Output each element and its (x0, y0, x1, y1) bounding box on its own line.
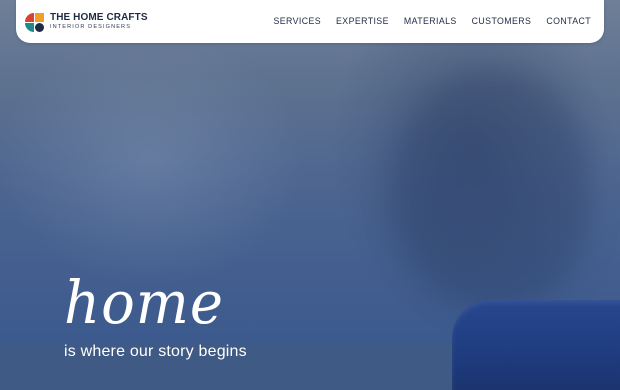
brand-name: THE HOME CRAFTS (50, 12, 148, 24)
nav-item-expertise[interactable]: EXPERTISE (336, 16, 389, 26)
blue-sofa (452, 300, 620, 390)
main-navigation: SERVICES EXPERTISE MATERIALS CUSTOMERS C… (274, 16, 592, 26)
brand-wordmark: THE HOME CRAFTS INTERIOR DESIGNERS (50, 13, 148, 31)
brand-tagline: INTERIOR DESIGNERS (50, 24, 132, 31)
hero-subheadline: is where our story begins (64, 343, 247, 360)
brand-logo-link[interactable]: THE HOME CRAFTS INTERIOR DESIGNERS (24, 11, 148, 33)
nav-item-contact[interactable]: CONTACT (546, 16, 591, 26)
hero-headline: home (64, 268, 225, 338)
wall-shadow (390, 70, 590, 310)
nav-item-materials[interactable]: MATERIALS (404, 16, 457, 26)
top-navbar: THE HOME CRAFTS INTERIOR DESIGNERS SERVI… (16, 0, 604, 43)
nav-item-services[interactable]: SERVICES (274, 16, 322, 26)
brand-logo-icon (25, 12, 44, 32)
nav-item-customers[interactable]: CUSTOMERS (472, 16, 532, 26)
